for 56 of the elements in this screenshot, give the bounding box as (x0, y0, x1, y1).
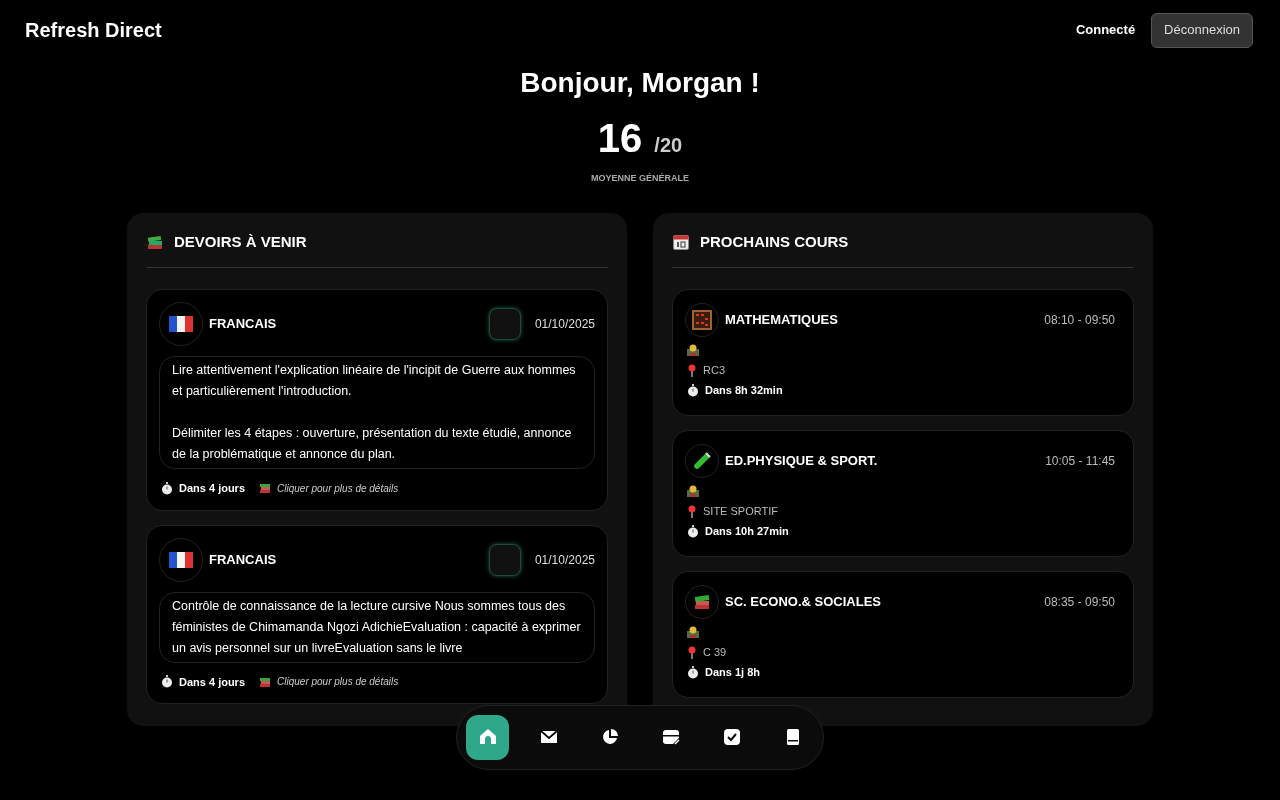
checkbox[interactable] (488, 308, 521, 340)
teacher-icon (687, 626, 699, 638)
checkbox[interactable] (488, 543, 521, 576)
course-card[interactable]: MATHEMATIQUES 08:10 - 09:50 RC3 Dans 8h 32min (672, 289, 1134, 416)
course-card[interactable]: ED.PHYSIQUE & SPORT. 10:05 - 11:45 SITE SPORTIF Dans 10h 27min (672, 430, 1134, 557)
time-until-course: Dans 8h 32min (705, 382, 783, 398)
homework-card[interactable] (146, 524, 608, 704)
course-name: SC. ECONO.& SOCIALES (725, 593, 882, 612)
calendar-icon (672, 232, 690, 251)
course-time: 08:35 - 09:50 (1044, 594, 1115, 611)
course-time: 10:05 - 11:45 (1045, 453, 1115, 470)
time-remaining: Dans 4 jours (179, 481, 246, 496)
details-hint: Cliquer pour plus de détails (277, 481, 399, 496)
average-label: MOYENNE GÉNÉRALE (591, 172, 689, 185)
teacher-icon (687, 344, 699, 356)
panel-title: DEVOIRS À VENIR (174, 231, 307, 252)
course-card[interactable]: SC. ECONO.& SOCIALES 08:35 - 09:50 C 39 Dans 1j 8h (672, 571, 1134, 698)
greeting: Bonjour, Morgan ! (520, 66, 760, 100)
stopwatch-icon (687, 524, 699, 538)
calendar-icon (660, 727, 681, 747)
home-nav-button[interactable] (466, 714, 509, 760)
average-grade: 16 (597, 118, 643, 158)
pin-icon (687, 363, 697, 377)
stopwatch-icon (687, 665, 699, 679)
panel-title: PROCHAINS COURS (700, 231, 849, 252)
details-hint: Cliquer pour plus de détails (277, 675, 399, 690)
time-until-course: Dans 10h 27min (705, 523, 789, 539)
room: RC3 (703, 362, 725, 378)
teacher-icon (687, 485, 699, 497)
subject-name: FRANCAIS (209, 315, 277, 334)
stopwatch-icon (161, 675, 173, 689)
room: C 39 (703, 644, 727, 660)
course-name: MATHEMATIQUES (725, 311, 838, 330)
due-date: 01/10/2025 (534, 316, 595, 333)
connection-status: Connecté (1075, 21, 1136, 40)
due-date: 01/10/2025 (534, 551, 595, 569)
logout-button[interactable]: Déconnexion (1151, 12, 1253, 48)
time-remaining: Dans 4 jours (179, 674, 246, 690)
time-until-course: Dans 1j 8h (705, 664, 761, 680)
books-icon (259, 482, 272, 495)
room: SITE SPORTIF (703, 503, 778, 519)
grade-scale: /20 (654, 133, 683, 158)
books-icon (259, 675, 272, 688)
stopwatch-icon (687, 383, 699, 397)
course-name: ED.PHYSIQUE & SPORT. (725, 452, 878, 471)
homework-card[interactable] (146, 289, 608, 511)
course-time: 08:10 - 09:50 (1044, 312, 1115, 329)
subject-name: FRANCAIS (209, 550, 277, 569)
stopwatch-icon (161, 481, 173, 495)
pin-icon (687, 645, 697, 659)
home-icon (477, 727, 498, 747)
homework-description: Lire attentivement l'explication linéaire de l'incipit de Guerre aux hommes et particulièrement l'introduction. Délimiter les 4 étapes : ouverture, présentation du texte étudié, annonce de la problématique et annonce du plan. (159, 356, 595, 469)
app-title: Refresh Direct (25, 18, 162, 43)
check-icon (721, 727, 742, 747)
homework-description: Contrôle de connaissance de la lecture cursive Nous sommes tous des féministes de Chimamanda Ngozi AdichieEvaluation : capacité à exprimer un avis personnel sur un livreEvaluation sans le livre (159, 591, 595, 663)
pin-icon (687, 504, 697, 518)
